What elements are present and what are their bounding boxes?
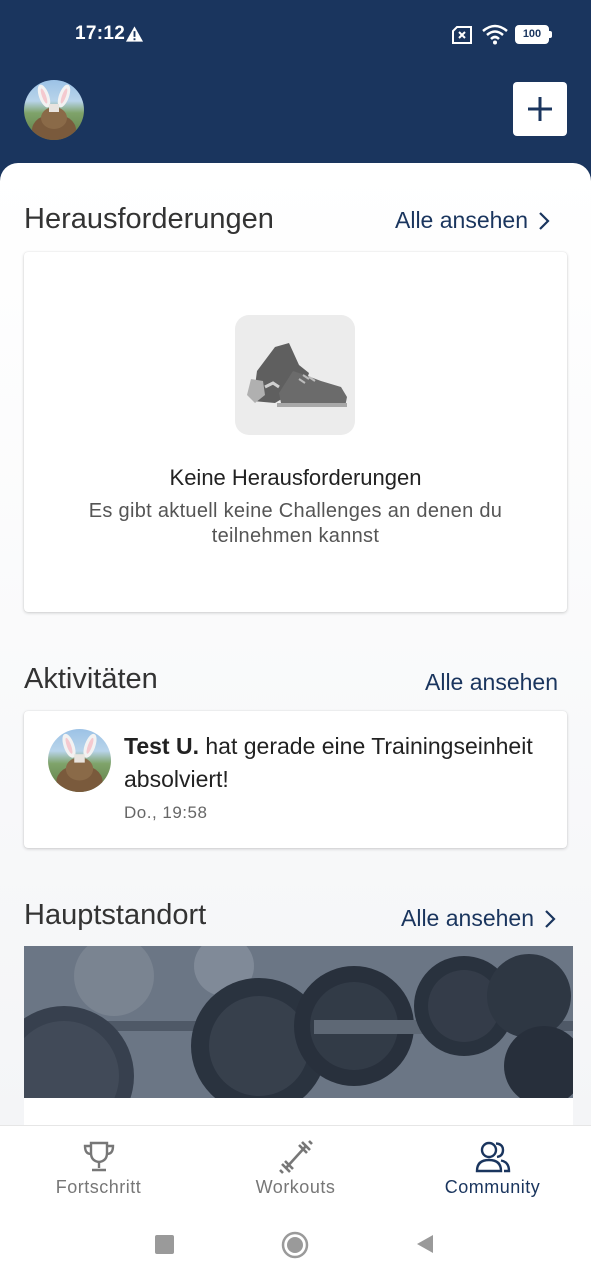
battery-tip [549, 31, 552, 38]
home-button[interactable] [281, 1231, 309, 1259]
nav-workouts-label: Workouts [255, 1177, 336, 1197]
recent-apps-button[interactable] [155, 1235, 174, 1254]
status-time: 17:12 [75, 23, 126, 44]
sneakers-icon [235, 315, 355, 435]
profile-avatar[interactable] [24, 80, 84, 140]
avatar-photo [32, 84, 76, 140]
activity-user: Test U. [124, 733, 199, 759]
app-header [0, 68, 591, 168]
nav-workouts[interactable]: Workouts [197, 1126, 394, 1216]
status-bar: 17:12 100 [0, 0, 591, 68]
warning-icon [125, 26, 144, 42]
activity-message: Test U. hat gerade eine Trainingseinheit… [124, 730, 544, 796]
empty-challenges-text: Es gibt aktuell keine Challenges an dene… [88, 500, 503, 547]
back-button[interactable] [415, 1233, 435, 1255]
main-content: Herausforderungen Alle ansehen Keine Her… [0, 163, 591, 1125]
bottom-navigation: Fortschritt Workouts Community [0, 1125, 591, 1215]
add-button[interactable] [513, 82, 567, 136]
activities-title: Aktivitäten [24, 663, 158, 695]
nav-community-label: Community [444, 1177, 541, 1197]
battery-level: 100 [515, 25, 549, 44]
location-card-body [24, 1098, 573, 1125]
chevron-right-icon [539, 211, 550, 230]
chevron-right-icon [545, 909, 556, 928]
plus-icon [528, 97, 552, 121]
activity-list-item[interactable]: Test U. hat gerade eine Trainingseinheit… [24, 711, 567, 848]
nav-fortschritt[interactable]: Fortschritt [0, 1126, 197, 1216]
challenges-see-all-link[interactable]: Alle ansehen [395, 207, 550, 234]
sneakers-graphic [247, 343, 347, 407]
dumbbells-photo [24, 946, 573, 1098]
activities-see-all-link[interactable]: Alle ansehen [425, 669, 558, 696]
challenges-title: Herausforderungen [24, 203, 274, 235]
people-icon [475, 1141, 511, 1173]
challenges-see-all-label: Alle ansehen [395, 207, 528, 233]
activities-see-all-label: Alle ansehen [425, 669, 558, 695]
avatar-photo [56, 733, 103, 792]
activity-avatar [48, 729, 111, 792]
activity-timestamp: Do., 19:58 [124, 803, 208, 822]
trophy-icon [83, 1141, 115, 1172]
system-navigation-bar [0, 1215, 591, 1280]
dumbbell-icon [279, 1140, 313, 1174]
location-see-all-link[interactable]: Alle ansehen [401, 905, 556, 932]
location-see-all-label: Alle ansehen [401, 905, 534, 931]
battery-indicator: 100 [515, 25, 553, 44]
nav-fortschritt-label: Fortschritt [55, 1177, 142, 1197]
no-sim-icon [452, 26, 472, 44]
nav-community[interactable]: Community [394, 1126, 591, 1216]
empty-challenges-title: Keine Herausforderungen [169, 465, 422, 490]
challenges-empty-card: Keine Herausforderungen Es gibt aktuell … [24, 252, 567, 612]
wifi-icon [482, 24, 508, 45]
location-image[interactable] [24, 946, 573, 1098]
location-title: Hauptstandort [24, 899, 207, 931]
